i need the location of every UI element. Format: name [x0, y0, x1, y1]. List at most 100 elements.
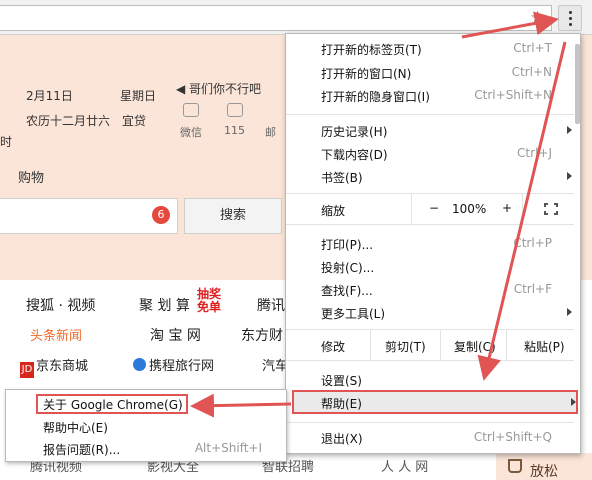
- menu-item-more-tools[interactable]: 更多工具(L): [286, 301, 574, 324]
- edit-divider: [440, 330, 441, 360]
- menu-item-help[interactable]: 帮助(E): [292, 390, 578, 414]
- vertical-dots-icon: [569, 23, 572, 26]
- fullscreen-corner: [554, 211, 558, 215]
- menu-item-shortcut: Ctrl+F: [513, 282, 552, 296]
- paste-button[interactable]: 粘贴(P): [524, 338, 565, 355]
- submenu-item-about[interactable]: 关于 Google Chrome(G): [6, 392, 286, 414]
- address-bar[interactable]: [0, 5, 552, 31]
- shopping-tab[interactable]: 购物: [18, 167, 44, 186]
- link-ctrip-label: 携程旅行网: [149, 359, 215, 374]
- count-icon[interactable]: [227, 103, 243, 117]
- vertical-dots-icon: [569, 11, 572, 14]
- link-sohu[interactable]: 搜狐 · 视频: [26, 295, 95, 315]
- link-renren[interactable]: 人 人 网: [381, 456, 428, 475]
- menu-item-shortcut: Ctrl+N: [511, 65, 552, 79]
- menu-item-label: 投射(C)...: [321, 261, 375, 275]
- link-dongfang[interactable]: 东方财: [241, 325, 283, 345]
- menu-item-label: 书签(B): [321, 171, 363, 185]
- coffee-cup-icon: [508, 459, 522, 473]
- fullscreen-corner: [544, 211, 548, 215]
- music-ticker[interactable]: ◀ 哥们你不行吧: [176, 80, 261, 97]
- menu-item-history[interactable]: 历史记录(H): [286, 119, 574, 142]
- menu-item-cast[interactable]: 投射(C)...: [286, 255, 574, 278]
- almanac-text: 宜贷: [122, 114, 147, 128]
- menu-item-downloads[interactable]: 下载内容(D) Ctrl+J: [286, 142, 574, 165]
- edit-label: 修改: [321, 340, 346, 354]
- zoom-in-button[interactable]: +: [502, 201, 512, 215]
- menu-item-shortcut: Ctrl+Shift+Q: [473, 430, 552, 444]
- mail-label[interactable]: 邮: [265, 124, 276, 140]
- help-submenu: 关于 Google Chrome(G) 帮助中心(E) 报告问题(R)... A…: [5, 389, 287, 462]
- menu-item-shortcut: Ctrl+T: [513, 41, 552, 55]
- jd-logo-icon: JD: [20, 362, 34, 378]
- zoom-label: 缩放: [321, 204, 346, 218]
- zoom-out-button[interactable]: −: [429, 201, 439, 215]
- link-jd-label: 京东商城: [36, 359, 89, 374]
- submenu-item-shortcut: Alt+Shift+I: [194, 441, 262, 455]
- fullscreen-icon[interactable]: [544, 203, 558, 215]
- menu-item-find[interactable]: 查找(F)... Ctrl+F: [286, 278, 574, 301]
- menu-item-label: 退出(X): [321, 432, 363, 446]
- submenu-item-help-center[interactable]: 帮助中心(E): [6, 415, 286, 437]
- menu-item-label: 更多工具(L): [321, 307, 386, 321]
- menu-item-print[interactable]: 打印(P)... Ctrl+P: [286, 232, 574, 255]
- menu-item-label: 打印(P)...: [321, 238, 374, 252]
- chrome-menu-button[interactable]: [558, 5, 582, 31]
- promo-badge[interactable]: 抽奖免单: [197, 288, 223, 314]
- submenu-arrow-icon: [567, 308, 572, 316]
- link-juhuasuan[interactable]: 聚 划 算: [139, 295, 190, 315]
- promo-label: 抽奖免单: [197, 287, 222, 314]
- menu-edit-row: 修改 剪切(T) 复制(C) 粘贴(P): [286, 330, 574, 360]
- edit-divider: [370, 330, 371, 360]
- submenu-item-report[interactable]: 报告问题(R)... Alt+Shift+I: [6, 437, 286, 459]
- link-jd[interactable]: JD 京东商城: [20, 355, 88, 378]
- submenu-item-label: 关于 Google Chrome(G): [43, 398, 183, 412]
- link-toutiao[interactable]: 头条新闻: [30, 325, 82, 344]
- wechat-icon[interactable]: [183, 103, 199, 117]
- menu-item-label: 打开新的窗口(N): [321, 67, 412, 81]
- link-ctrip[interactable]: 携程旅行网: [133, 355, 214, 374]
- menu-item-shortcut: Ctrl+P: [513, 236, 552, 250]
- browser-toolbar: ☆: [0, 0, 592, 35]
- menu-separator: [286, 360, 574, 361]
- menu-separator: [286, 114, 574, 115]
- menu-item-label: 打开新的隐身窗口(I): [321, 90, 430, 104]
- menu-item-settings[interactable]: 设置(S): [286, 368, 574, 391]
- menu-item-new-tab[interactable]: 打开新的标签页(T) Ctrl+T: [286, 37, 574, 60]
- menu-separator: [286, 224, 574, 225]
- fullscreen-corner: [544, 203, 548, 207]
- cut-button[interactable]: 剪切(T): [385, 338, 426, 355]
- menu-separator: [286, 422, 574, 423]
- submenu-arrow-icon: [567, 126, 572, 134]
- star-icon[interactable]: ☆: [530, 9, 545, 27]
- menu-item-new-window[interactable]: 打开新的窗口(N) Ctrl+N: [286, 61, 574, 84]
- submenu-item-label: 帮助中心(E): [43, 421, 108, 435]
- menu-item-label: 查找(F)...: [321, 284, 373, 298]
- menu-item-incognito[interactable]: 打开新的隐身窗口(I) Ctrl+Shift+N: [286, 84, 574, 107]
- menu-item-bookmarks[interactable]: 书签(B): [286, 165, 574, 188]
- submenu-item-label: 报告问题(R)...: [43, 443, 121, 457]
- relax-label[interactable]: 放松: [530, 461, 558, 480]
- menu-item-label: 下载内容(D): [321, 148, 388, 162]
- menu-item-label: 设置(S): [321, 374, 362, 388]
- copy-button[interactable]: 复制(C): [454, 338, 496, 355]
- link-tencent[interactable]: 腾讯: [257, 295, 285, 315]
- date-text: 2月11日: [26, 89, 73, 103]
- menu-item-label: 帮助(E): [321, 397, 362, 411]
- lunar-date: 农历十二月廿六: [26, 114, 111, 128]
- submenu-arrow-icon: [567, 172, 572, 180]
- menu-item-shortcut: Ctrl+Shift+N: [474, 88, 552, 102]
- zoom-divider: [522, 194, 523, 224]
- link-taobao[interactable]: 淘 宝 网: [150, 325, 201, 345]
- menu-scrollbar[interactable]: [575, 44, 580, 124]
- wechat-label[interactable]: 微信: [180, 124, 202, 140]
- fragment-text: 时: [0, 135, 13, 149]
- menu-item-exit[interactable]: 退出(X) Ctrl+Shift+Q: [286, 426, 574, 449]
- fullscreen-corner: [554, 203, 558, 207]
- ctrip-logo-icon: [133, 358, 146, 371]
- count-label[interactable]: 115: [224, 124, 245, 137]
- search-button[interactable]: 搜索: [184, 198, 282, 234]
- submenu-arrow-icon: [571, 398, 576, 406]
- notification-badge: 6: [152, 206, 170, 224]
- weekday-text: 星期日: [120, 89, 157, 103]
